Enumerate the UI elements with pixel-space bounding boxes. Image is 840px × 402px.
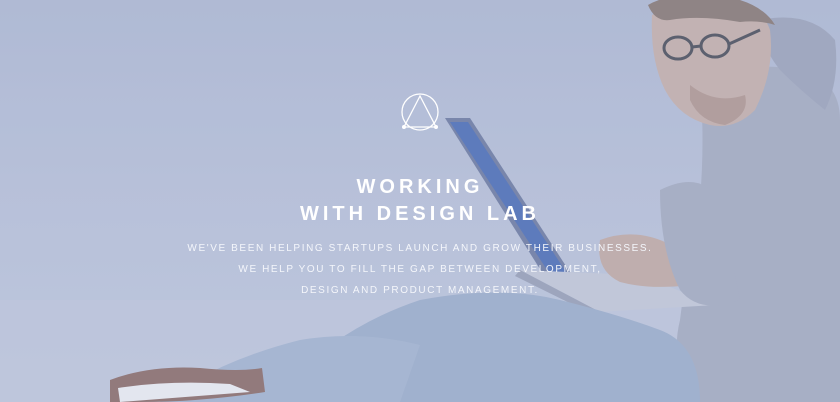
- hero-title-line-2: WITH DESIGN LAB: [300, 203, 540, 225]
- hero-section: WORKING WITH DESIGN LAB WE'VE BEEN HELPI…: [0, 0, 840, 402]
- hero-background-photo: [0, 0, 840, 402]
- hero-title-line-1: WORKING: [356, 176, 484, 198]
- hero-description-line-3: DESIGN AND PRODUCT MANAGEMENT.: [301, 285, 539, 296]
- hero-description-line-1: WE'VE BEEN HELPING STARTUPS LAUNCH AND G…: [187, 243, 653, 254]
- triangle-in-circle-logo-icon: [401, 93, 439, 131]
- hero-description-line-2: WE HELP YOU TO FILL THE GAP BETWEEN DEVE…: [238, 264, 602, 275]
